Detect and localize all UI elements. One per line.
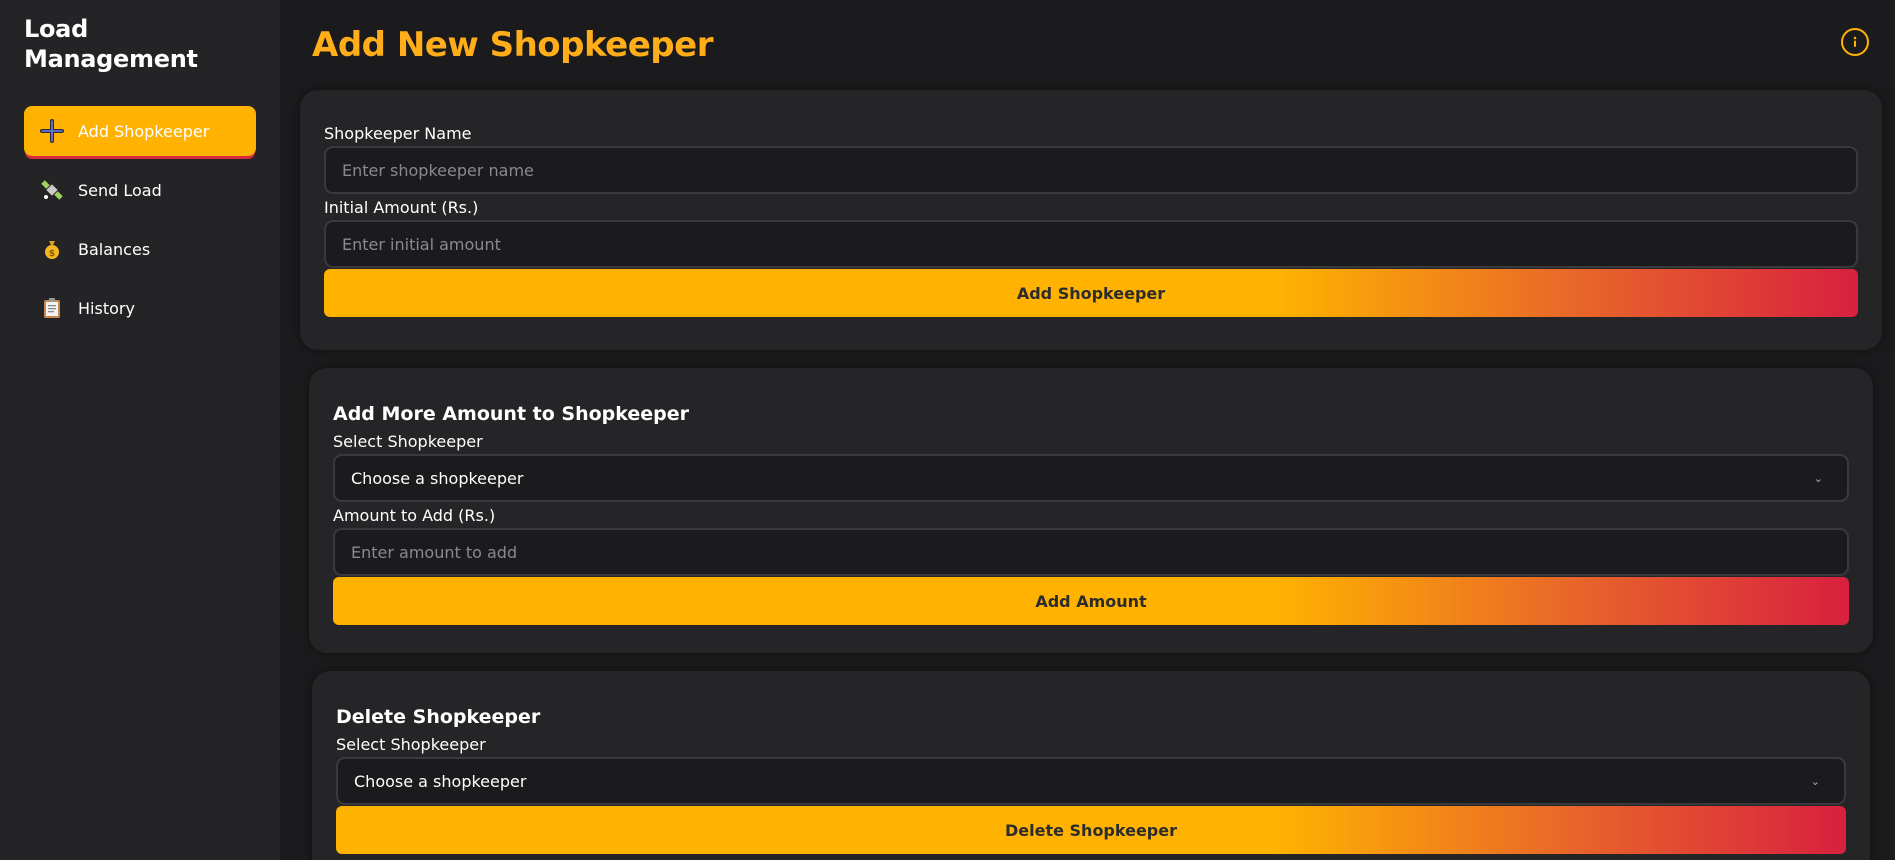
sidebar-item-send-load[interactable]: Send Load [24,165,256,215]
main-content: Add New Shopkeeper Shopkeeper Name Initi… [280,0,1895,860]
sidebar-item-label: Balances [78,239,151,259]
page-title: Add New Shopkeeper [312,25,713,65]
shopkeeper-select-value: Choose a shopkeeper [351,468,524,488]
shopkeeper-select[interactable]: Choose a shopkeeper ⌄ [333,454,1849,502]
info-icon[interactable] [1841,28,1869,56]
satellite-icon [40,178,64,202]
add-amount-card: Add More Amount to Shopkeeper Select Sho… [309,368,1873,653]
clipboard-icon [40,296,64,320]
delete-shopkeeper-heading: Delete Shopkeeper [336,706,541,728]
initial-amount-input[interactable] [324,220,1858,268]
sidebar: Load Management Add Shopkeeper Send Load [0,0,280,860]
brand-title: Load Management [24,15,198,73]
sidebar-item-label: History [78,298,135,318]
sidebar-item-label: Send Load [78,180,162,200]
delete-shopkeeper-card: Delete Shopkeeper Select Shopkeeper Choo… [312,671,1870,860]
delete-shopkeeper-button[interactable]: Delete Shopkeeper [336,806,1846,854]
app-root: Load Management Add Shopkeeper Send Load [0,0,1895,860]
sidebar-item-add-shopkeeper[interactable]: Add Shopkeeper [24,106,256,156]
add-shopkeeper-button[interactable]: Add Shopkeeper [324,269,1858,317]
svg-text:$: $ [49,249,55,259]
money-bag-icon: $ [40,237,64,261]
plus-icon [40,119,64,143]
chevron-down-icon: ⌄ [1813,471,1823,485]
shopkeeper-name-input[interactable] [324,146,1858,194]
amount-to-add-input[interactable] [333,528,1849,576]
sidebar-item-balances[interactable]: $ Balances [24,224,256,274]
delete-select-value: Choose a shopkeeper [354,771,527,791]
sidebar-item-label: Add Shopkeeper [78,121,210,141]
initial-amount-label: Initial Amount (Rs.) [324,198,479,217]
select-shopkeeper-label: Select Shopkeeper [336,735,486,754]
add-shopkeeper-card: Shopkeeper Name Initial Amount (Rs.) Add… [300,90,1882,350]
add-amount-heading: Add More Amount to Shopkeeper [333,403,690,425]
add-amount-button[interactable]: Add Amount [333,577,1849,625]
amount-to-add-label: Amount to Add (Rs.) [333,506,496,525]
chevron-down-icon: ⌄ [1810,774,1820,788]
select-shopkeeper-label: Select Shopkeeper [333,432,483,451]
shopkeeper-name-label: Shopkeeper Name [324,124,472,143]
sidebar-item-history[interactable]: History [24,283,256,333]
delete-shopkeeper-select[interactable]: Choose a shopkeeper ⌄ [336,757,1846,805]
